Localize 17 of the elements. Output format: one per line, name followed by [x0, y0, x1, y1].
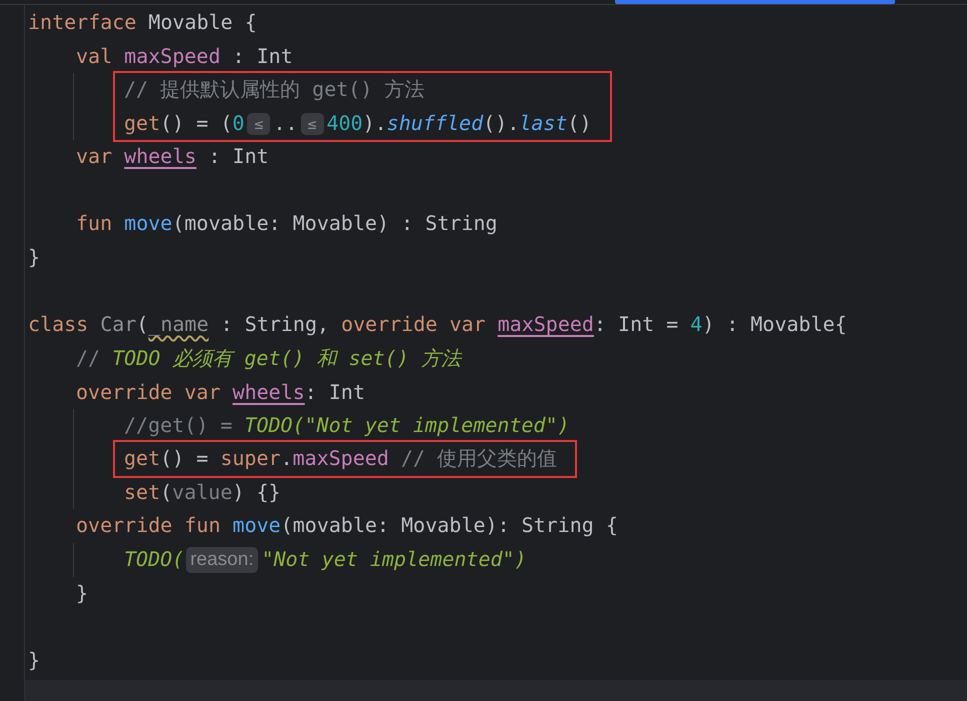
code-line: get() = (0 ≤ .. ≤ 400).shuffled().last() — [124, 110, 592, 137]
code-line: override var wheels: Int — [75, 378, 366, 406]
code-line: override fun move(movable: Movable): String { — [75, 512, 619, 540]
code-line: } — [28, 647, 42, 674]
inlay-hint: ≤ — [247, 112, 270, 135]
code-line: var wheels : Int — [75, 142, 270, 170]
inlay-hint: reason: — [186, 547, 258, 573]
code-line: // 提供默认属性的 get() 方法 — [124, 76, 426, 103]
code-line: val maxSpeed : Int — [75, 42, 294, 70]
code-line: get() = super.maxSpeed // 使用父类的值 — [124, 445, 558, 472]
code-line: // TODO 必须有 get() 和 set() 方法 — [75, 344, 463, 372]
code-line: } — [28, 244, 42, 271]
inlay-hint: ≤ — [300, 112, 324, 135]
code-line: class Car(_name : String, override var maxSpeed: Int = 4) : Movable{ — [28, 311, 848, 338]
code-line: fun move(movable: Movable) : String — [75, 210, 498, 238]
code-line: } — [75, 580, 90, 607]
code-line: interface Movable { — [28, 9, 258, 36]
